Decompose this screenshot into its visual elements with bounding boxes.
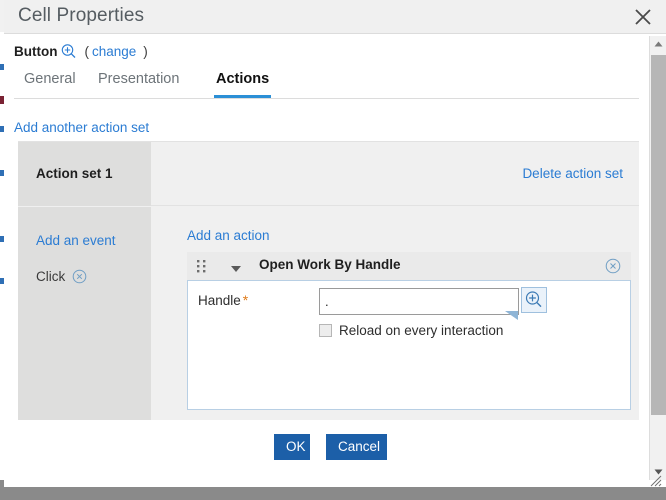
handle-field-label: Handle * bbox=[198, 292, 248, 308]
drag-dots-icon[interactable] bbox=[195, 259, 209, 273]
magnifier-plus-icon[interactable] bbox=[60, 43, 77, 60]
action-set-header: Action set 1 Delete action set bbox=[18, 142, 639, 206]
handle-label-text: Handle bbox=[198, 293, 241, 308]
tab-general[interactable]: General bbox=[22, 67, 78, 98]
add-an-event-link[interactable]: Add an event bbox=[36, 233, 116, 248]
dialog-body: Button ( change ) General Presentation A… bbox=[4, 34, 666, 480]
scroll-up-arrow-icon[interactable] bbox=[650, 36, 666, 53]
action-card-header: Open Work By Handle bbox=[187, 252, 631, 280]
tab-presentation[interactable]: Presentation bbox=[96, 67, 181, 98]
change-link[interactable]: change bbox=[92, 44, 136, 59]
event-item-click[interactable]: Click bbox=[36, 269, 87, 284]
action-card-title: Open Work By Handle bbox=[259, 257, 401, 272]
dialog-title: Cell Properties bbox=[18, 5, 145, 26]
handle-input[interactable] bbox=[319, 288, 519, 315]
cancel-button[interactable]: Cancel bbox=[326, 434, 387, 460]
reload-checkbox-label: Reload on every interaction bbox=[339, 323, 504, 338]
dialog-titlebar: Cell Properties bbox=[4, 0, 666, 34]
add-another-action-set-link[interactable]: Add another action set bbox=[14, 120, 149, 135]
required-marker: * bbox=[242, 292, 249, 308]
breadcrumb-element-label: Button bbox=[14, 44, 58, 59]
action-set-container: Action set 1 Delete action set Add an ev… bbox=[18, 141, 639, 420]
window-resize-grip[interactable] bbox=[649, 474, 662, 487]
scrollbar-thumb[interactable] bbox=[651, 55, 666, 415]
vertical-scrollbar[interactable] bbox=[649, 36, 666, 480]
tab-bar: General Presentation Actions bbox=[14, 67, 639, 99]
remove-circle-x-icon[interactable] bbox=[605, 258, 621, 274]
breadcrumb-paren-close: ) bbox=[143, 44, 148, 59]
tab-actions[interactable]: Actions bbox=[214, 67, 272, 98]
dialog-root: Cell Properties Button ( change ) Genera… bbox=[0, 0, 666, 500]
event-item-label: Click bbox=[36, 269, 66, 284]
action-column: Add an action Open Work By Handle Handle… bbox=[151, 207, 639, 420]
add-an-action-link[interactable]: Add an action bbox=[187, 228, 270, 243]
window-bottom-bar bbox=[4, 487, 666, 500]
action-card-panel: Handle * . Reload on every interaction bbox=[187, 280, 631, 410]
event-column: Add an event Click bbox=[18, 207, 151, 420]
breadcrumb-paren-open: ( bbox=[84, 44, 89, 59]
close-icon[interactable] bbox=[630, 4, 656, 30]
breadcrumb: Button ( change ) bbox=[14, 43, 148, 60]
action-card: Open Work By Handle Handle * . Reload on… bbox=[187, 252, 631, 410]
reload-on-every-interaction-checkbox[interactable] bbox=[319, 324, 332, 337]
remove-circle-x-icon[interactable] bbox=[72, 269, 87, 284]
delete-action-set-link[interactable]: Delete action set bbox=[522, 166, 623, 181]
action-set-title: Action set 1 bbox=[36, 166, 113, 181]
reload-checkbox-row[interactable]: Reload on every interaction bbox=[319, 323, 503, 338]
caret-down-icon[interactable] bbox=[229, 261, 243, 272]
handle-picker-button[interactable] bbox=[521, 287, 547, 313]
ok-button[interactable]: OK bbox=[274, 434, 310, 460]
dialog-footer: OK Cancel bbox=[4, 434, 666, 480]
